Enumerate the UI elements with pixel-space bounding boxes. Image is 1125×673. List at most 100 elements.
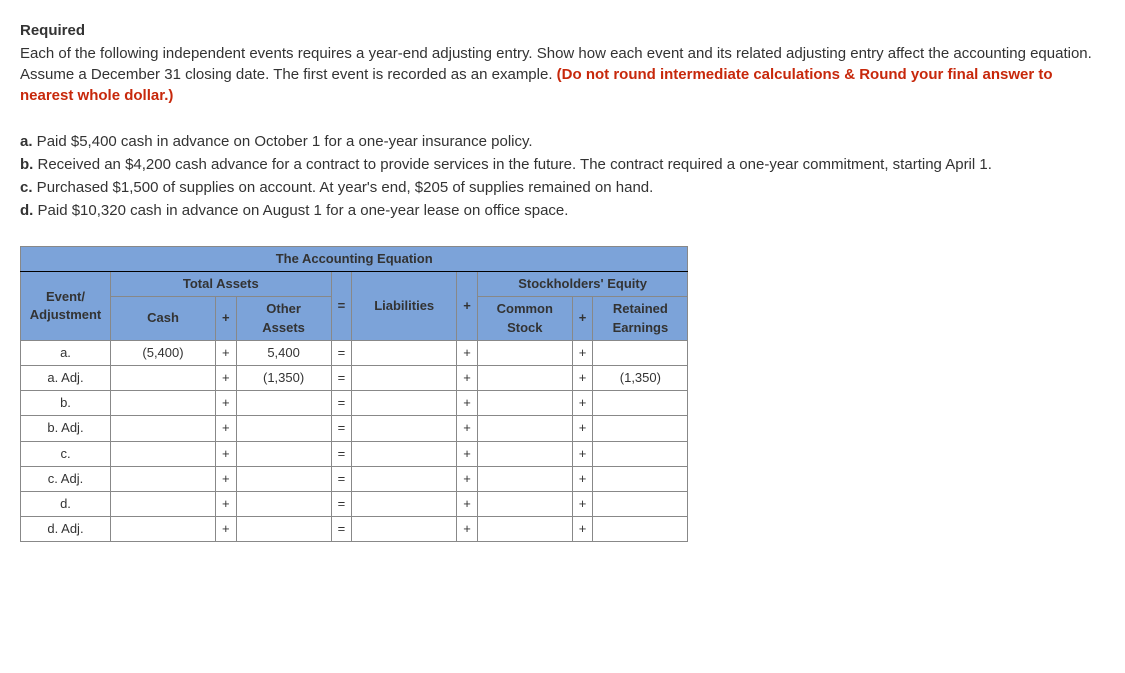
event-a: a. Paid $5,400 cash in advance on Octobe… [20,131,1105,152]
other-assets-input[interactable] [236,416,331,441]
op-plus: + [216,391,237,416]
op-equals: = [331,365,352,390]
event-text: Paid $5,400 cash in advance on October 1… [33,133,533,150]
liabilities-input[interactable] [352,466,457,491]
event-letter: c. [20,179,33,196]
event-list: a. Paid $5,400 cash in advance on Octobe… [20,131,1105,221]
op-plus: + [457,340,478,365]
row-label: b. Adj. [21,416,111,441]
cash-input[interactable] [111,441,216,466]
liabilities-input[interactable] [352,441,457,466]
other-assets-input[interactable] [236,441,331,466]
row-label: c. [21,441,111,466]
liabilities-cell[interactable] [352,365,457,390]
accounting-equation-table: The Accounting Equation Event/ Adjustmen… [20,246,688,542]
liabilities-cell[interactable] [352,340,457,365]
other-assets-input[interactable] [236,491,331,516]
event-letter: d. [20,202,33,219]
liabilities-input[interactable] [352,491,457,516]
other-assets-input[interactable] [236,391,331,416]
op-plus: + [457,517,478,542]
table-row: b. + = + + [21,391,688,416]
op-plus-header: + [216,297,237,340]
row-label: d. [21,491,111,516]
op-plus: + [572,466,593,491]
event-text: Purchased $1,500 of supplies on account.… [33,179,654,196]
required-heading: Required [20,20,1105,41]
liabilities-input[interactable] [352,416,457,441]
col-stockholders-equity: Stockholders' Equity [477,272,688,297]
op-plus: + [216,340,237,365]
common-stock-input[interactable] [477,466,572,491]
table-row: b. Adj. + = + + [21,416,688,441]
op-plus: + [457,391,478,416]
table-row: c. + = + + [21,441,688,466]
common-stock-input[interactable] [477,416,572,441]
other-assets-input[interactable] [236,466,331,491]
retained-earnings-input[interactable] [593,416,688,441]
other-assets-cell[interactable]: 5,400 [236,340,331,365]
op-plus: + [572,491,593,516]
retained-earnings-input[interactable] [593,441,688,466]
op-plus-header: + [572,297,593,340]
op-plus: + [216,466,237,491]
op-equals: = [331,416,352,441]
event-text: Paid $10,320 cash in advance on August 1… [33,202,568,219]
cash-input[interactable] [111,491,216,516]
op-equals: = [331,441,352,466]
event-letter: a. [20,133,33,150]
op-equals: = [331,491,352,516]
op-plus: + [572,340,593,365]
cash-cell[interactable] [111,365,216,390]
retained-earnings-input[interactable] [593,391,688,416]
op-equals: = [331,466,352,491]
retained-earnings-cell[interactable]: (1,350) [593,365,688,390]
row-label: d. Adj. [21,517,111,542]
op-plus: + [216,517,237,542]
op-plus: + [216,441,237,466]
common-stock-cell[interactable] [477,340,572,365]
op-plus: + [572,416,593,441]
row-label: c. Adj. [21,466,111,491]
op-equals: = [331,517,352,542]
cash-input[interactable] [111,391,216,416]
retained-earnings-input[interactable] [593,466,688,491]
col-common-stock: Common Stock [477,297,572,340]
col-retained-earnings: Retained Earnings [593,297,688,340]
op-plus: + [572,441,593,466]
common-stock-input[interactable] [477,441,572,466]
cash-input[interactable] [111,466,216,491]
col-cash: Cash [111,297,216,340]
other-assets-input[interactable] [236,517,331,542]
cash-cell[interactable]: (5,400) [111,340,216,365]
event-d: d. Paid $10,320 cash in advance on Augus… [20,200,1105,221]
cash-input[interactable] [111,517,216,542]
col-other-assets: Other Assets [236,297,331,340]
row-label: a. Adj. [21,365,111,390]
op-plus: + [457,491,478,516]
retained-earnings-cell[interactable] [593,340,688,365]
op-plus: + [572,391,593,416]
col-total-assets: Total Assets [111,272,332,297]
cash-input[interactable] [111,416,216,441]
op-plus: + [457,416,478,441]
op-plus: + [216,365,237,390]
op-plus: + [572,365,593,390]
retained-earnings-input[interactable] [593,491,688,516]
common-stock-input[interactable] [477,517,572,542]
liabilities-input[interactable] [352,391,457,416]
event-text: Received an $4,200 cash advance for a co… [33,156,992,173]
col-liabilities: Liabilities [352,272,457,341]
event-letter: b. [20,156,33,173]
op-plus: + [216,491,237,516]
liabilities-input[interactable] [352,517,457,542]
other-assets-cell[interactable]: (1,350) [236,365,331,390]
common-stock-input[interactable] [477,391,572,416]
op-plus: + [457,441,478,466]
op-equals: = [331,340,352,365]
retained-earnings-input[interactable] [593,517,688,542]
common-stock-input[interactable] [477,491,572,516]
table-row: a. (5,400) + 5,400 = + + [21,340,688,365]
table-title: The Accounting Equation [21,247,688,272]
common-stock-cell[interactable] [477,365,572,390]
